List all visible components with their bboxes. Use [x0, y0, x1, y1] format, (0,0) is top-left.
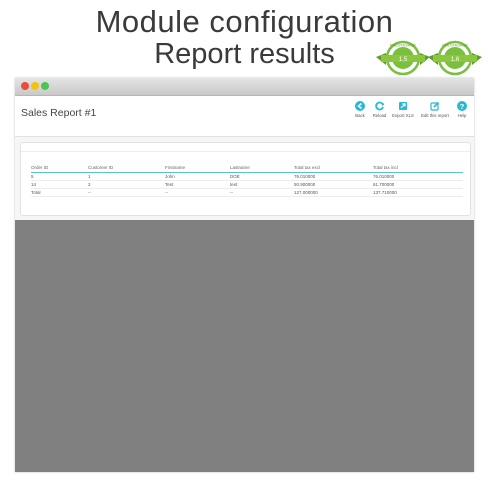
- maximize-window-button[interactable]: [41, 82, 49, 90]
- help-button[interactable]: ? Help: [455, 101, 469, 118]
- prestashop-1-6-badge: PRESTASHOP 1.6: [428, 40, 482, 76]
- table-cell: 76.010000: [294, 172, 373, 181]
- table-row: 14 2 Test test 50.900000 61.700000: [31, 180, 463, 189]
- report-page: Sales Report #1 Back Reload Export XLS E…: [15, 96, 474, 220]
- export-xls-label: Export XLS: [392, 113, 414, 118]
- table-cell: 61.700000: [373, 180, 463, 189]
- minimize-window-button[interactable]: [31, 82, 39, 90]
- arrow-left-icon: [355, 101, 365, 111]
- table-cell: John: [165, 172, 230, 181]
- column-header[interactable]: Total tax incl: [373, 163, 463, 173]
- window-titlebar: [15, 78, 474, 96]
- back-button[interactable]: Back: [353, 101, 367, 118]
- column-header[interactable]: Total tax excl: [294, 163, 373, 173]
- badge-brand: PRESTASHOP: [442, 44, 468, 48]
- reload-label: Reload: [372, 113, 387, 118]
- refresh-icon: [374, 101, 384, 111]
- edit-icon: [430, 101, 440, 111]
- browser-window: Sales Report #1 Back Reload Export XLS E…: [15, 78, 474, 472]
- table-cell: 76.010000: [373, 172, 463, 181]
- table-cell: Test: [165, 180, 230, 189]
- table-cell: 14: [31, 180, 88, 189]
- table-cell: 127.000000: [294, 188, 373, 197]
- table-header-row: Order ID Customer ID Firstname Lastname …: [31, 163, 463, 173]
- report-panel: Order ID Customer ID Firstname Lastname …: [20, 142, 471, 216]
- report-table: Order ID Customer ID Firstname Lastname …: [31, 163, 463, 197]
- table-cell: 2: [88, 180, 165, 189]
- table-cell: 50.900000: [294, 180, 373, 189]
- hero-title: Module configuration: [95, 4, 394, 39]
- table-row: 5 1 John DOE 76.010000 76.010000: [31, 172, 463, 181]
- table-cell: DOE: [230, 172, 294, 181]
- table-cell: --: [230, 188, 294, 197]
- export-icon: [399, 102, 407, 110]
- column-header[interactable]: Customer ID: [88, 163, 165, 173]
- export-xls-button[interactable]: Export XLS: [392, 101, 414, 118]
- question-icon: ?: [457, 101, 467, 111]
- badge-version: 1.5: [399, 57, 408, 63]
- page-title: Sales Report #1: [21, 107, 97, 119]
- table-cell: 5: [31, 172, 88, 181]
- column-header[interactable]: Order ID: [31, 163, 88, 173]
- table-total-row: Total -- -- -- 127.000000 137.710000: [31, 188, 463, 197]
- table-cell: --: [88, 188, 165, 197]
- table-cell: Total: [31, 188, 88, 197]
- close-window-button[interactable]: [21, 82, 29, 90]
- reload-button[interactable]: Reload: [371, 101, 388, 118]
- page-header: Sales Report #1 Back Reload Export XLS E…: [15, 96, 474, 137]
- panel-heading: [21, 143, 470, 152]
- table-cell: 137.710000: [373, 188, 463, 197]
- badge-brand: PRESTASHOP: [390, 44, 416, 48]
- back-label: Back: [355, 113, 365, 118]
- table-cell: test: [230, 180, 294, 189]
- table-cell: --: [165, 188, 230, 197]
- table-cell: 1: [88, 172, 165, 181]
- svg-text:?: ?: [460, 102, 465, 111]
- edit-report-button[interactable]: Edit this report: [418, 101, 452, 118]
- column-header[interactable]: Lastname: [230, 163, 294, 173]
- help-label: Help: [457, 113, 467, 118]
- column-header[interactable]: Firstname: [165, 163, 230, 173]
- badge-version: 1.6: [451, 57, 460, 63]
- edit-report-label: Edit this report: [421, 113, 449, 118]
- prestashop-1-5-badge: PRESTASHOP 1.5: [376, 40, 430, 76]
